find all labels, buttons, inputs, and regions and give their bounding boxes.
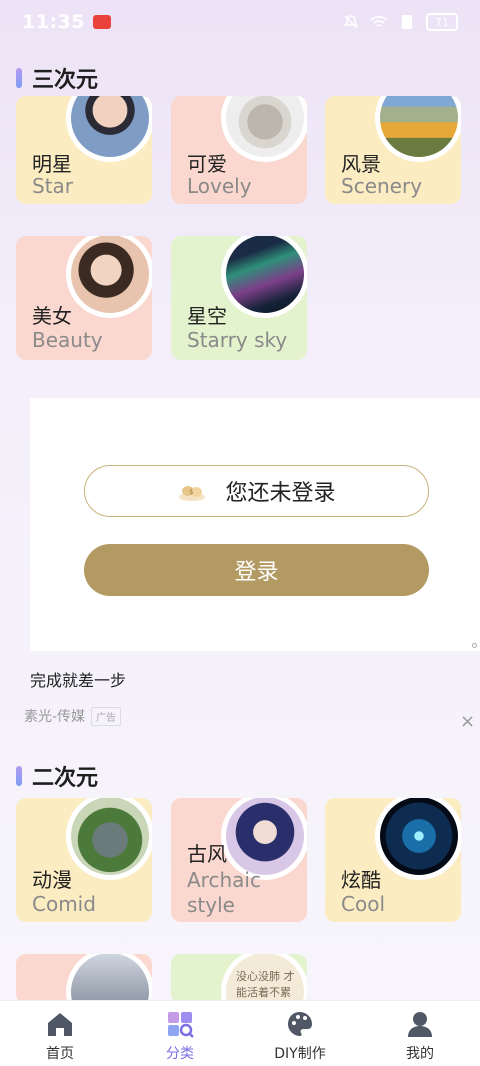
category-card-beauty[interactable]: 美女 Beauty	[16, 236, 152, 360]
coins-icon: $	[177, 480, 207, 502]
notification-app-icon	[92, 15, 111, 29]
tab-category[interactable]: 分类	[120, 1001, 240, 1066]
palette-icon	[288, 1012, 312, 1036]
comid-thumbnail	[66, 798, 152, 880]
login-button[interactable]: 登录	[84, 544, 429, 596]
category-card-cool[interactable]: 炫酷 Cool	[325, 798, 461, 922]
bottom-tab-bar: 首页 分类 DIY制作 我的	[0, 1000, 480, 1066]
login-status-pill[interactable]: $ 您还未登录	[84, 465, 429, 517]
lovely-thumbnail	[221, 96, 307, 162]
tab-home[interactable]: 首页	[0, 1001, 120, 1066]
svg-text:$: $	[189, 488, 193, 496]
beauty-thumbnail	[66, 236, 152, 318]
ad-close-icon[interactable]: ×	[460, 711, 475, 732]
scenery-thumbnail	[375, 96, 461, 162]
login-ad-panel: $ 您还未登录 登录	[30, 398, 480, 651]
category-icon	[168, 1012, 194, 1038]
wifi-icon	[370, 15, 388, 29]
tab-mine[interactable]: 我的	[360, 1001, 480, 1066]
category-card-scenery[interactable]: 风景 Scenery	[325, 96, 461, 204]
login-prompt-text: 您还未登录	[225, 481, 336, 506]
ad-tag: 广告	[91, 706, 122, 726]
category-card-comid[interactable]: 动漫 Comid	[16, 798, 152, 922]
ad-indicator-dot	[472, 643, 477, 648]
status-icons: 71	[342, 13, 458, 31]
mute-icon	[342, 15, 360, 29]
category-card-archaic-style[interactable]: 古风 Archaic style	[171, 798, 307, 922]
section-title-3d: 三次元	[16, 62, 98, 94]
user-icon	[408, 1012, 432, 1037]
category-card-starry-sky[interactable]: 星空 Starry sky	[171, 236, 307, 360]
status-bar: 11:35 71	[0, 0, 480, 44]
status-time: 11:35	[22, 11, 85, 33]
battery-icon: 71	[426, 13, 458, 31]
ad-source: 素光-传媒 广告	[24, 706, 122, 726]
star-thumbnail	[66, 96, 152, 162]
starry-sky-thumbnail	[221, 236, 307, 318]
category-card-partial-2[interactable]: 没心没肺 才能活着不累	[171, 954, 307, 1004]
category-card-star[interactable]: 明星 Star	[16, 96, 152, 204]
category-card-lovely[interactable]: 可爱 Lovely	[171, 96, 307, 204]
ad-caption: 完成就差一步	[30, 671, 127, 690]
tab-diy[interactable]: DIY制作	[240, 1001, 360, 1066]
sim-icon	[398, 15, 416, 29]
category-card-partial-1[interactable]	[16, 954, 152, 1004]
cool-thumbnail	[375, 798, 461, 880]
home-icon	[48, 1013, 72, 1036]
section-title-2d: 二次元	[16, 760, 98, 792]
